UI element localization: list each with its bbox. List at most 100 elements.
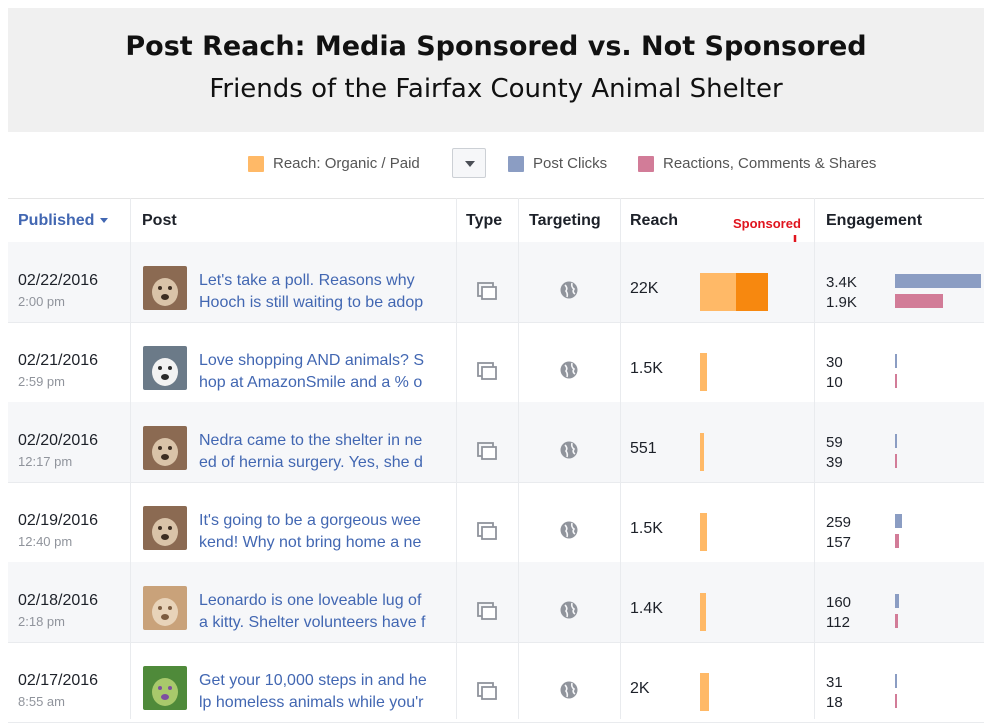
reactions-value: 39: [826, 454, 843, 471]
reactions-value: 157: [826, 534, 852, 551]
type-column-header: Type: [466, 212, 503, 229]
post-date: 02/21/2016: [18, 352, 99, 369]
legend-clicks-label: Post Clicks: [533, 155, 608, 172]
post-clicks-value: 31: [826, 674, 843, 691]
engagement-values: 31 18: [826, 673, 843, 713]
walk-photo-icon[interactable]: [143, 666, 187, 710]
post-text-line-2: ed of hernia surgery. Yes, she d: [199, 454, 423, 471]
table-row[interactable]: 02/21/2016 2:59 pm Love shopping AND anima…: [8, 322, 984, 403]
reach-column-header: Reach: [630, 212, 679, 229]
photo-post-type-icon: [477, 362, 497, 380]
legend: Reach: Organic / Paid Post Clicks Reacti…: [0, 148, 984, 188]
reactions-value: 18: [826, 694, 843, 711]
published-column-header[interactable]: Published: [18, 212, 109, 230]
globe-icon: [560, 681, 578, 699]
engagement-values: 160 112: [826, 593, 851, 633]
reactions-value: 1.9K: [826, 294, 857, 311]
post-column-header: Post: [142, 212, 177, 229]
organic-reach-bar: [700, 353, 707, 391]
reactions-bar: [895, 534, 899, 548]
post-link[interactable]: Leonardo is one loveable lug of a kitty. …: [199, 590, 449, 634]
sort-down-icon: [100, 218, 109, 224]
dog-photo-icon[interactable]: [143, 506, 187, 550]
post-clicks-value: 59: [826, 434, 843, 451]
post-time: 8:55 am: [18, 694, 65, 709]
photo-post-type-icon: [477, 682, 497, 700]
post-link[interactable]: Love shopping AND animals? S hop at Amazo…: [199, 350, 449, 394]
legend-reactions-label: Reactions, Comments & Shares: [663, 155, 877, 172]
cat-photo-icon[interactable]: [143, 586, 187, 630]
reach-value: 2K: [630, 680, 650, 697]
table-header: Published Post Type Targeting Reach Enga…: [8, 198, 984, 263]
post-date: 02/22/2016: [18, 272, 99, 289]
globe-icon: [560, 281, 578, 299]
targeting-column-header: Targeting: [529, 212, 601, 229]
post-link[interactable]: Get your 10,000 steps in and he lp homele…: [199, 670, 449, 714]
post-clicks-bar: [895, 594, 899, 608]
post-time: 12:40 pm: [18, 534, 73, 549]
photo-post-type-icon: [477, 522, 497, 540]
dog-photo-icon[interactable]: [143, 426, 187, 470]
clicks-swatch: [508, 155, 524, 172]
reactions-bar: [895, 374, 897, 388]
organic-reach-bar: [700, 513, 707, 551]
engagement-values: 30 10: [826, 353, 843, 393]
globe-icon: [560, 521, 578, 539]
legend-reach-label: Reach: Organic / Paid: [273, 155, 420, 172]
post-date: 02/19/2016: [18, 512, 99, 529]
reactions-value: 112: [826, 614, 850, 631]
reactions-bar: [895, 614, 898, 628]
post-text-line-2: a kitty. Shelter volunteers have f: [199, 614, 426, 631]
dog-photo-icon[interactable]: [143, 266, 187, 310]
post-text-line-2: kend! Why not bring home a ne: [199, 534, 422, 551]
reactions-bar: [895, 294, 943, 308]
table-row[interactable]: 02/22/2016 2:00 pm Let's take a poll. Reas…: [8, 242, 984, 323]
post-link[interactable]: Let's take a poll. Reasons why Hooch is s…: [199, 270, 449, 314]
globe-icon: [560, 601, 578, 619]
globe-icon: [560, 441, 578, 459]
sponsored-annotation: Sponsored: [733, 216, 801, 231]
table-row[interactable]: 02/17/2016 8:55 am Get your 10,000 steps i…: [8, 642, 984, 723]
post-text-line-2: Hooch is still waiting to be adop: [199, 294, 424, 311]
table-row[interactable]: 02/19/2016 12:40 pm It's going to be a gor…: [8, 482, 984, 563]
post-clicks-value: 259: [826, 514, 852, 531]
post-clicks-bar: [895, 514, 902, 528]
post-link[interactable]: Nedra came to the shelter in ne ed of her…: [199, 430, 449, 474]
post-text-line-1: Get your 10,000 steps in and he: [199, 672, 427, 689]
posts-table: Published Post Type Targeting Reach Enga…: [8, 198, 984, 723]
post-clicks-bar: [895, 674, 897, 688]
post-clicks-bar: [895, 434, 897, 448]
legend-reach: Reach: Organic / Paid: [248, 155, 420, 172]
organic-reach-bar: [700, 593, 706, 631]
reach-dropdown-button[interactable]: [452, 148, 486, 178]
post-time: 12:17 pm: [18, 454, 73, 469]
post-date: 02/17/2016: [18, 672, 99, 689]
reach-value: 1.5K: [630, 360, 663, 377]
reach-value: 1.4K: [630, 600, 663, 617]
column-divider: [456, 198, 457, 719]
post-clicks-bar: [895, 274, 981, 288]
organic-reach-bar: [700, 433, 704, 471]
post-clicks-value: 3.4K: [826, 274, 857, 291]
published-header-label: Published: [18, 212, 95, 229]
column-divider: [620, 198, 621, 719]
post-link[interactable]: It's going to be a gorgeous wee kend! Why…: [199, 510, 449, 554]
post-date: 02/18/2016: [18, 592, 99, 609]
reach-value: 22K: [630, 280, 659, 297]
post-text-line-1: Love shopping AND animals? S: [199, 352, 425, 369]
reactions-bar: [895, 694, 897, 708]
reach-value: 1.5K: [630, 520, 663, 537]
husky-photo-icon[interactable]: [143, 346, 187, 390]
title-banner: Post Reach: Media Sponsored vs. Not Spon…: [8, 8, 984, 132]
table-row[interactable]: 02/18/2016 2:18 pm Leonardo is one loveabl…: [8, 562, 984, 643]
engagement-values: 3.4K 1.9K: [826, 273, 857, 313]
post-text-line-1: Leonardo is one loveable lug of: [199, 592, 422, 609]
post-clicks-bar: [895, 354, 897, 368]
reach-swatch: [248, 155, 264, 172]
table-row[interactable]: 02/20/2016 12:17 pm Nedra came to the shel…: [8, 402, 984, 483]
reactions-swatch: [638, 155, 654, 172]
column-divider: [518, 198, 519, 719]
photo-post-type-icon: [477, 602, 497, 620]
page-title: Post Reach: Media Sponsored vs. Not Spon…: [125, 31, 867, 62]
page-subtitle: Friends of the Fairfax County Animal She…: [209, 74, 783, 104]
